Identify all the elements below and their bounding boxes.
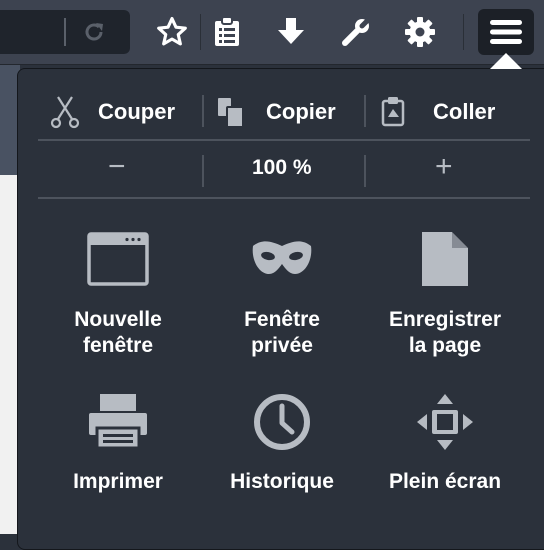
zoom-separator	[364, 155, 366, 187]
hamburger-menu-button[interactable]	[478, 9, 534, 55]
zoom-separator	[202, 155, 204, 187]
new-window-label-line1: Nouvelle	[74, 308, 162, 331]
new-window-label-line2: fenêtre	[82, 334, 154, 357]
toolbar-divider	[0, 64, 544, 65]
download-icon[interactable]	[271, 12, 311, 52]
clock-icon	[202, 392, 362, 452]
print-label: Imprimer	[73, 470, 163, 493]
clipboard-icon	[381, 97, 405, 127]
cut-button[interactable]: Couper	[50, 94, 175, 130]
private-window-label-line1: Fenêtre	[244, 308, 320, 331]
new-window-icon	[38, 232, 198, 286]
paste-button[interactable]: Coller	[380, 94, 495, 130]
fullscreen-tile[interactable]: Plein écran	[365, 390, 525, 500]
new-window-tile[interactable]: Nouvelle fenêtre	[38, 226, 198, 366]
zoom-out-button[interactable]: −	[108, 150, 126, 184]
reload-icon[interactable]	[82, 20, 106, 44]
copy-label: Copier	[266, 99, 336, 124]
fullscreen-label: Plein écran	[388, 470, 502, 493]
paste-label: Coller	[433, 99, 496, 124]
zoom-in-button[interactable]: +	[435, 150, 453, 184]
scissors-icon	[50, 96, 80, 129]
private-window-tile[interactable]: Fenêtre privée	[202, 226, 362, 366]
hamburger-icon	[490, 20, 522, 44]
wrench-icon[interactable]	[336, 12, 376, 52]
history-label: Historique	[230, 470, 334, 493]
save-page-label-line1: Enregistrer	[388, 308, 502, 331]
menu-divider	[38, 197, 530, 199]
menu-divider	[38, 139, 530, 141]
bookmarks-list-icon[interactable]	[207, 12, 247, 52]
gear-icon[interactable]	[400, 12, 440, 52]
panel-arrow	[490, 53, 522, 69]
printer-icon	[38, 392, 198, 450]
cut-label: Couper	[98, 99, 175, 124]
zoom-reset-button[interactable]: 100 %	[252, 156, 312, 180]
print-tile[interactable]: Imprimer	[38, 390, 198, 500]
copy-button[interactable]: Copier	[216, 94, 336, 130]
toolbar-separator	[200, 14, 201, 50]
edit-separator	[364, 95, 366, 127]
url-bar-separator	[64, 18, 66, 46]
fullscreen-icon	[365, 392, 525, 452]
edit-separator	[202, 95, 204, 127]
save-page-tile[interactable]: Enregistrer la page	[365, 226, 525, 366]
save-page-icon	[365, 230, 525, 288]
history-tile[interactable]: Historique	[202, 390, 362, 500]
mask-icon	[202, 238, 362, 278]
save-page-label-line2: la page	[408, 334, 482, 357]
bookmark-star-icon[interactable]	[152, 12, 192, 52]
toolbar-separator	[463, 14, 464, 50]
private-window-label-line2: privée	[251, 334, 313, 357]
copy-icon	[218, 98, 244, 128]
